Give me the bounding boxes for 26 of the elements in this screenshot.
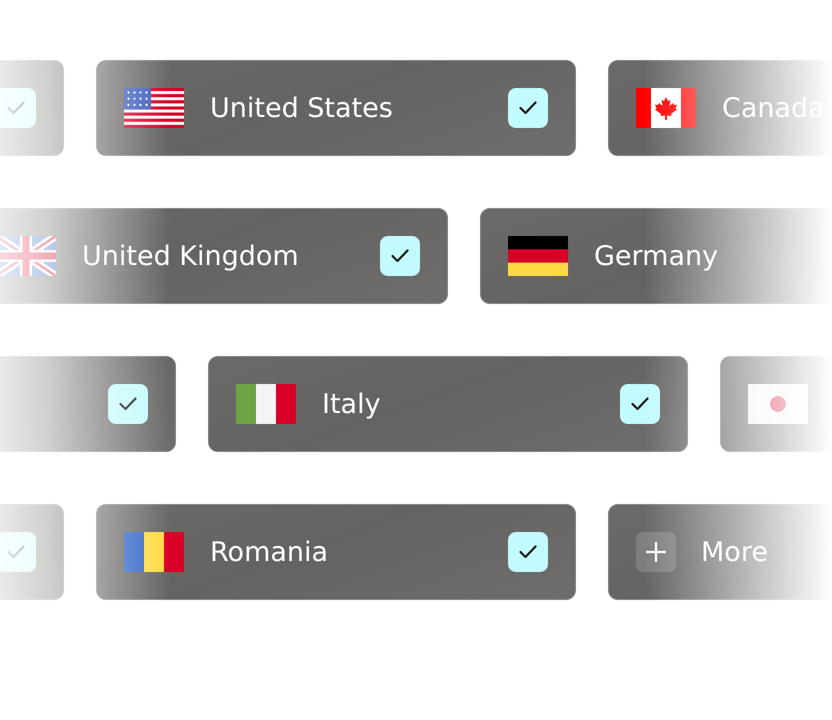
uk-flag-icon <box>0 236 56 276</box>
plus-icon <box>636 532 676 572</box>
checkbox[interactable] <box>508 532 548 572</box>
checkbox[interactable] <box>108 384 148 424</box>
check-icon <box>631 397 649 411</box>
check-icon <box>519 101 537 115</box>
checkbox[interactable] <box>0 88 36 128</box>
us-flag-icon <box>124 88 184 128</box>
romania-flag-icon <box>124 532 184 572</box>
country-option[interactable]: United Kingdom <box>0 208 448 304</box>
italy-flag-icon <box>236 384 296 424</box>
country-option[interactable]: Italy <box>208 356 688 452</box>
checkbox[interactable] <box>0 532 36 572</box>
canada-flag-icon <box>636 88 696 128</box>
germany-flag-icon <box>508 236 568 276</box>
check-icon <box>119 397 137 411</box>
checkbox[interactable] <box>508 88 548 128</box>
check-icon <box>7 545 25 559</box>
check-icon <box>519 545 537 559</box>
country-option[interactable]: Romania <box>96 504 576 600</box>
checkbox[interactable] <box>380 236 420 276</box>
check-icon <box>391 249 409 263</box>
check-icon <box>7 101 25 115</box>
checkbox[interactable] <box>620 384 660 424</box>
country-option[interactable]: United States <box>96 60 576 156</box>
japan-flag-icon <box>748 384 808 424</box>
